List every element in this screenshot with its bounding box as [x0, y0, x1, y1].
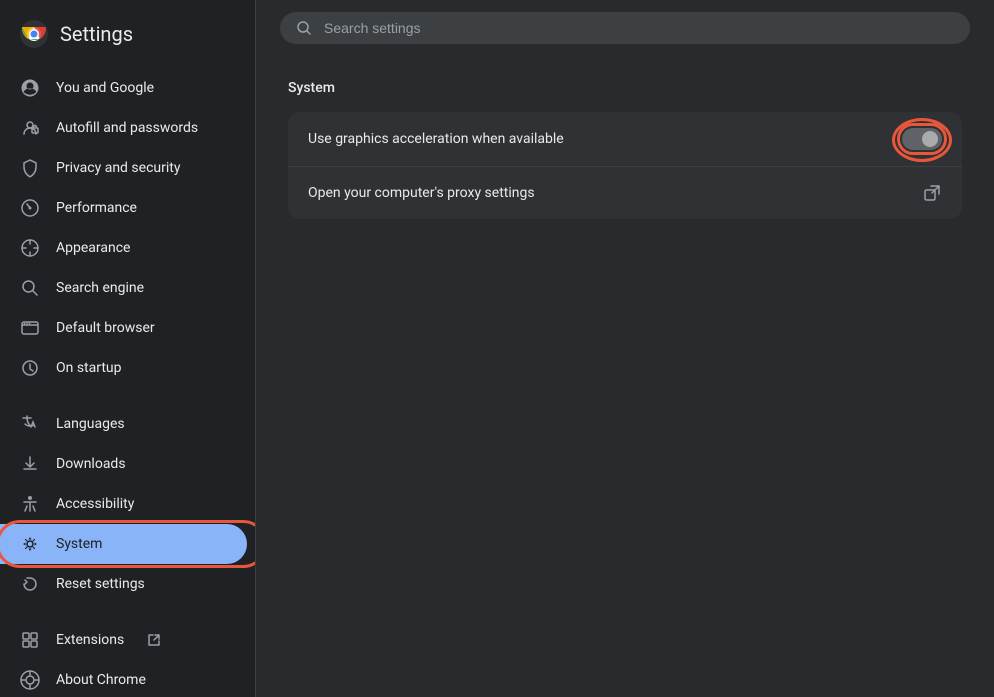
accessibility-icon: [20, 494, 40, 514]
languages-icon: [20, 414, 40, 434]
downloads-icon: [20, 454, 40, 474]
sidebar-item-default-browser[interactable]: Default browser: [0, 308, 247, 348]
sidebar-header: Settings: [0, 8, 255, 68]
sidebar-item-about-chrome-label: About Chrome: [56, 672, 146, 688]
default-browser-icon: [20, 318, 40, 338]
sidebar-item-appearance[interactable]: Appearance: [0, 228, 247, 268]
sidebar-item-reset-label: Reset settings: [56, 576, 145, 592]
sidebar-item-system[interactable]: System: [0, 524, 247, 564]
privacy-icon: [20, 158, 40, 178]
sidebar-item-on-startup-label: On startup: [56, 360, 122, 376]
toggle-thumb: [922, 131, 938, 147]
sidebar-item-privacy[interactable]: Privacy and security: [0, 148, 247, 188]
toggle-annotation: [902, 128, 942, 150]
graphics-acceleration-label: Use graphics acceleration when available: [308, 131, 564, 147]
sidebar-item-search-engine[interactable]: Search engine: [0, 268, 247, 308]
sidebar: Settings You and Google Autofill and pas…: [0, 0, 256, 697]
sidebar-item-autofill[interactable]: Autofill and passwords: [0, 108, 247, 148]
sidebar-item-system-label: System: [56, 536, 102, 552]
sidebar-item-default-browser-label: Default browser: [56, 320, 155, 336]
content-area: System Use graphics acceleration when av…: [256, 56, 994, 697]
sidebar-item-downloads-label: Downloads: [56, 456, 126, 472]
settings-card: Use graphics acceleration when available…: [288, 112, 962, 219]
sidebar-item-languages-label: Languages: [56, 416, 125, 432]
sidebar-item-appearance-label: Appearance: [56, 240, 130, 256]
about-chrome-icon: [20, 670, 40, 690]
google-icon: [20, 78, 40, 98]
search-bar-container: [256, 0, 994, 56]
toggle-track[interactable]: [902, 128, 942, 150]
sidebar-item-accessibility-label: Accessibility: [56, 496, 134, 512]
startup-icon: [20, 358, 40, 378]
sidebar-item-on-startup[interactable]: On startup: [0, 348, 247, 388]
sidebar-item-extensions[interactable]: Extensions: [0, 620, 247, 660]
extensions-external-link-icon: [144, 630, 164, 650]
proxy-settings-label: Open your computer's proxy settings: [308, 185, 535, 201]
proxy-external-link-icon[interactable]: [922, 183, 942, 203]
performance-icon: [20, 198, 40, 218]
sidebar-title: Settings: [60, 22, 133, 46]
sidebar-item-downloads[interactable]: Downloads: [0, 444, 247, 484]
sidebar-item-you-and-google[interactable]: You and Google: [0, 68, 247, 108]
sidebar-item-privacy-label: Privacy and security: [56, 160, 180, 176]
extensions-icon: [20, 630, 40, 650]
search-engine-icon: [20, 278, 40, 298]
autofill-icon: [20, 118, 40, 138]
appearance-icon: [20, 238, 40, 258]
settings-row-proxy: Open your computer's proxy settings: [288, 167, 962, 219]
sidebar-item-search-engine-label: Search engine: [56, 280, 144, 296]
search-icon: [296, 20, 312, 36]
sidebar-item-about-chrome[interactable]: About Chrome: [0, 660, 247, 697]
search-input[interactable]: [324, 20, 954, 36]
system-icon: [20, 534, 40, 554]
sidebar-item-performance[interactable]: Performance: [0, 188, 247, 228]
sidebar-item-accessibility[interactable]: Accessibility: [0, 484, 247, 524]
sidebar-item-performance-label: Performance: [56, 200, 137, 216]
section-title: System: [288, 80, 962, 96]
sidebar-item-you-and-google-label: You and Google: [56, 80, 154, 96]
sidebar-item-reset[interactable]: Reset settings: [0, 564, 247, 604]
sidebar-item-autofill-label: Autofill and passwords: [56, 120, 198, 136]
sidebar-item-extensions-label: Extensions: [56, 632, 124, 648]
sidebar-item-languages[interactable]: Languages: [0, 404, 247, 444]
graphics-toggle[interactable]: [902, 128, 942, 150]
settings-row-graphics: Use graphics acceleration when available: [288, 112, 962, 167]
search-bar: [280, 12, 970, 44]
chrome-logo-icon: [20, 20, 48, 48]
reset-icon: [20, 574, 40, 594]
main-content: System Use graphics acceleration when av…: [256, 0, 994, 697]
